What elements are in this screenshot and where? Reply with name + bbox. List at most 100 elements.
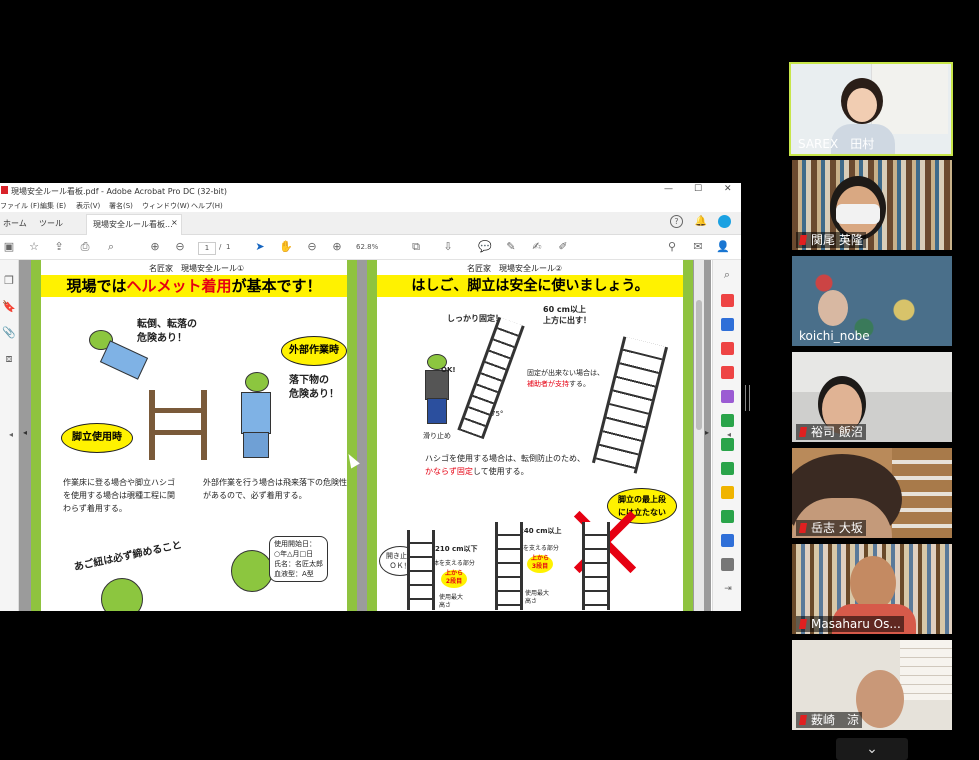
mask — [836, 204, 880, 224]
stepladder-use-badge: 脚立使用時 — [61, 423, 133, 453]
prev-arrow-icon[interactable]: ◂ — [23, 428, 27, 437]
participant-name: 関尾 英隆 — [796, 232, 866, 248]
next-page-icon[interactable]: ⊖ — [173, 240, 187, 254]
participant-name: koichi_nobe — [799, 329, 870, 343]
document-view[interactable]: 名匠家 現場安全ルール① 現場ではヘルメット着用が基本です！ 転倒、転落の 危険… — [19, 260, 711, 611]
collapse-right-icon[interactable]: ◂ — [722, 428, 736, 442]
edit-pdf-icon[interactable] — [721, 414, 734, 427]
create-pdf-icon[interactable] — [721, 318, 734, 331]
tab-bar: ホーム ツール 現場安全ルール看板... × ? 🔔 — [0, 212, 741, 235]
minimize-button[interactable]: — — [664, 184, 673, 194]
avatar[interactable] — [718, 215, 731, 228]
organize-pages-icon[interactable] — [721, 342, 734, 355]
add-user-icon[interactable]: 👤 — [716, 240, 730, 254]
participant-video[interactable]: koichi_nobe — [792, 256, 952, 346]
comment-tool-icon[interactable] — [721, 486, 734, 499]
menu-edit[interactable]: 編集 (E) — [40, 201, 66, 211]
zoom-in-icon[interactable]: ⊕ — [330, 240, 344, 254]
more-tools-icon[interactable] — [721, 558, 734, 571]
sign-icon[interactable]: ✍ — [530, 240, 544, 254]
worker-helmet-illustration — [231, 550, 273, 592]
tab-home[interactable]: ホーム — [3, 218, 27, 229]
page2: 名匠家 現場安全ルール② はしご、脚立は安全に使いましょう。 しっかり固定！ 6… — [377, 260, 683, 611]
scroll-thumb[interactable] — [696, 300, 702, 430]
menu-help[interactable]: ヘルプ(H) — [191, 201, 223, 211]
next-arrow-icon[interactable]: ▸ — [705, 428, 709, 437]
close-window-button[interactable]: ✕ — [724, 184, 732, 194]
hand-icon[interactable]: ✋ — [279, 240, 293, 254]
bookmark-icon[interactable]: 🔖 — [2, 300, 16, 314]
scroll-mode-icon[interactable]: ⇩ — [441, 240, 455, 254]
pen-icon[interactable]: ✎ — [504, 240, 518, 254]
attachment-icon[interactable]: 📎 — [2, 326, 16, 340]
participant-face — [850, 556, 896, 610]
fill-sign-icon[interactable] — [721, 390, 734, 403]
tab-close-icon[interactable]: × — [171, 218, 178, 227]
title-bar: 現場安全ルール看板.pdf - Adobe Acrobat Pro DC (32… — [0, 183, 741, 199]
zoom-select[interactable]: 62.8% — [356, 241, 394, 253]
search-icon[interactable]: ⌕ — [104, 240, 118, 254]
collapse-left-icon[interactable]: ◂ — [4, 428, 18, 442]
acrobat-window[interactable]: 現場安全ルール看板.pdf - Adobe Acrobat Pro DC (32… — [0, 183, 741, 611]
menu-window[interactable]: ウィンドウ(W) — [142, 201, 189, 211]
left-nav-pane: ❐ 🔖 📎 ⧈ ◂ — [0, 260, 19, 611]
participant-video[interactable]: 岳志 大坂 — [792, 448, 952, 538]
zoom-out-icon[interactable]: ⊖ — [305, 240, 319, 254]
right-tools-pane: ⌕ ◂ ⇥ — [712, 260, 741, 611]
print-icon[interactable]: ⎙ — [78, 240, 92, 254]
participant-name: Masaharu Os... — [796, 616, 904, 632]
compress-icon[interactable] — [721, 366, 734, 379]
title-post: が基本です！ — [231, 277, 322, 295]
muted-mic-icon — [799, 715, 807, 725]
scan-icon[interactable] — [721, 462, 734, 475]
upload-icon[interactable]: ⇪ — [52, 240, 66, 254]
edit-icon[interactable]: ✐ — [556, 240, 570, 254]
fall-warning: 転倒、転落の 危険あり！ — [137, 319, 197, 344]
vertical-scrollbar[interactable] — [694, 260, 704, 611]
calendar-bg — [900, 640, 952, 700]
menu-sign[interactable]: 署名(S) — [109, 201, 133, 211]
help-icon[interactable]: ? — [670, 215, 683, 228]
tab-document[interactable]: 現場安全ルール看板... × — [86, 214, 182, 235]
select-arrow-icon[interactable]: ➤ — [253, 240, 267, 254]
share-icon[interactable]: ⚲ — [665, 240, 679, 254]
mail-icon[interactable]: ✉ — [691, 240, 705, 254]
participant-video[interactable]: 薮崎 涼 — [792, 640, 952, 730]
over60-note: 60 cm以上 上方に出す！ — [543, 305, 591, 325]
prev-page-icon[interactable]: ⊕ — [148, 240, 162, 254]
comment-icon[interactable]: 💬 — [478, 240, 492, 254]
panel-resize-handle[interactable] — [745, 385, 750, 411]
support-part-label-2: 体を支える部分 — [517, 545, 559, 552]
pages-icon[interactable]: ❐ — [2, 274, 16, 288]
save-icon[interactable]: ▣ — [2, 240, 16, 254]
max-height-label-2: 使用最大 高さ — [525, 590, 550, 605]
page-number-input[interactable]: 1 — [198, 242, 216, 255]
page1-note-left: 作業床に登る場合や脚立ハシゴ を使用する場合は覗種工程に関 わらず着用する。 — [63, 478, 175, 513]
zoom-search-icon[interactable]: ⌕ — [720, 268, 734, 282]
protect-icon[interactable] — [721, 534, 734, 547]
pdf-app-icon — [1, 186, 8, 194]
layers-icon[interactable]: ⧈ — [2, 352, 16, 366]
export-pdf-icon[interactable] — [721, 294, 734, 307]
muted-mic-icon — [799, 235, 807, 245]
participant-video[interactable]: 関尾 英隆 — [792, 160, 952, 250]
maximize-button[interactable]: ☐ — [694, 184, 702, 194]
fit-icon[interactable]: ⧉ — [409, 240, 423, 254]
ladder-note-line1: ハシゴを使用する場合は、転倒防止のため、 — [425, 454, 585, 463]
tab-tools[interactable]: ツール — [39, 218, 63, 229]
menu-view[interactable]: 表示(V) — [76, 201, 100, 211]
ladder-note-red: かならず固定 — [425, 467, 473, 476]
menu-file[interactable]: ファイル (F) — [0, 201, 40, 211]
participant-video[interactable]: SAREX 田村 — [789, 62, 953, 156]
muted-mic-icon — [799, 523, 807, 533]
chevron-down-icon[interactable]: ⌄ — [836, 738, 908, 760]
outside-work-badge: 外部作業時 — [281, 336, 347, 366]
title-pre: 現場では — [66, 277, 127, 295]
ladder-note-line2: して使用する。 — [472, 467, 529, 476]
bell-icon[interactable]: 🔔 — [694, 215, 708, 229]
print-production-icon[interactable] — [721, 510, 734, 523]
bookmark-star-icon[interactable]: ☆ — [27, 240, 41, 254]
participant-video[interactable]: Masaharu Os... — [792, 544, 952, 634]
participant-video[interactable]: 裕司 飯沼 — [792, 352, 952, 442]
expand-pane-icon[interactable]: ⇥ — [721, 582, 735, 596]
